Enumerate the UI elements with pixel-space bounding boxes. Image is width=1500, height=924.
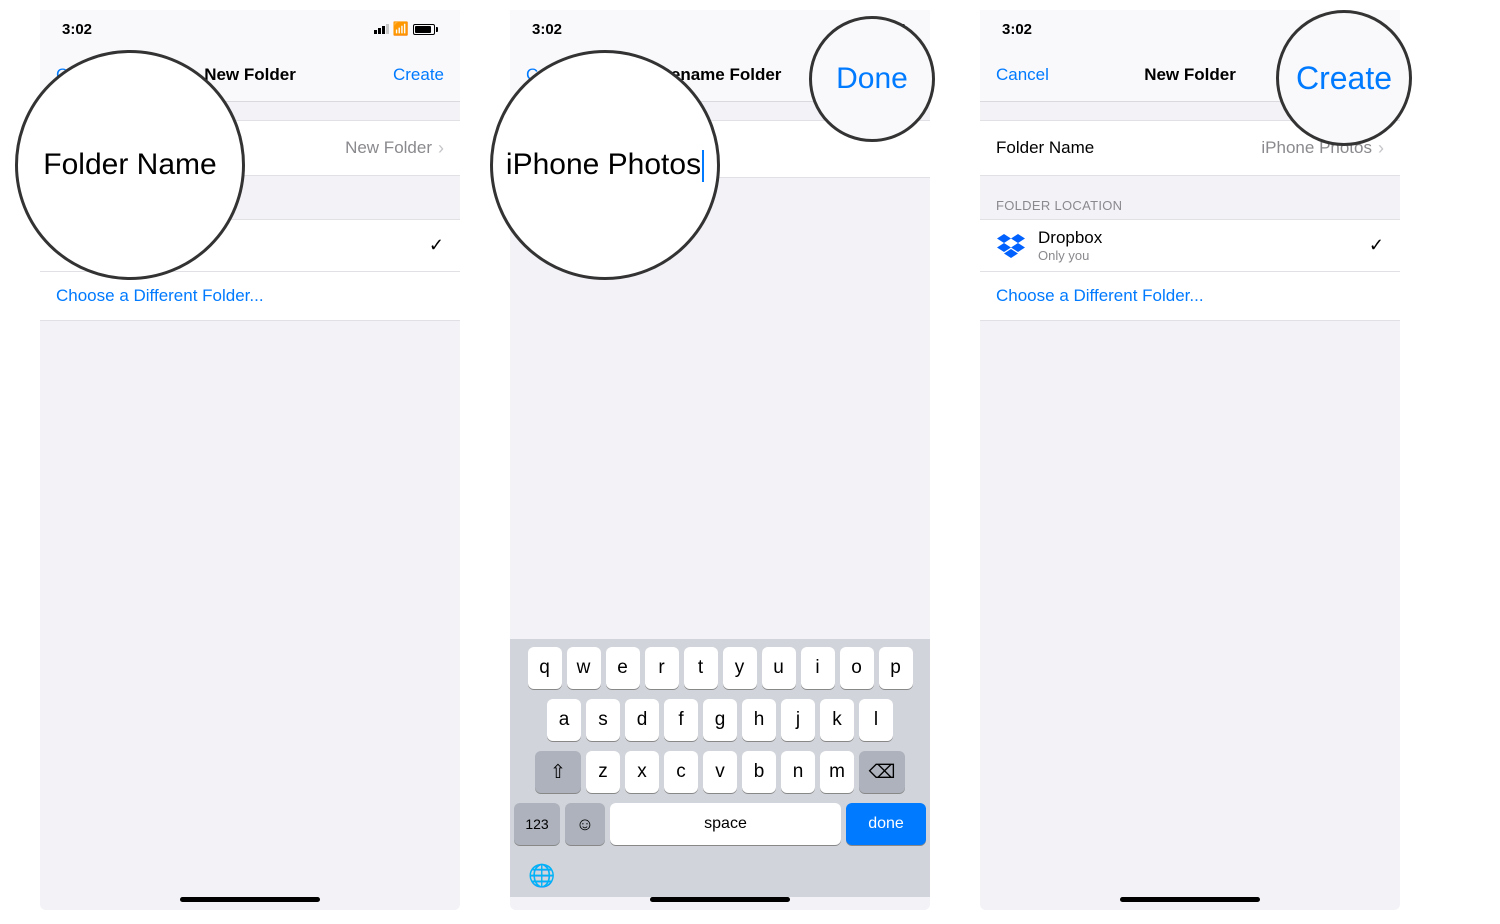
magnifier-create-text: Create [1296,60,1392,97]
phone-panel-3: Create 3:02 📶 Cancel New Folder Create F… [980,10,1400,910]
home-indicator[interactable] [180,897,320,902]
signal-icon [374,24,389,34]
location-main: Dropbox Only you [1038,228,1369,263]
magnifier-text: iPhone Photos [506,148,704,182]
key-e[interactable]: e [606,647,640,689]
keyboard: q w e r t y u i o p a s d f g h j k l ⇧ … [510,639,930,897]
key-h[interactable]: h [742,699,776,741]
key-t[interactable]: t [684,647,718,689]
folder-name-value-text: New Folder [345,138,432,158]
emoji-key[interactable]: ☺ [565,803,605,845]
key-c[interactable]: c [664,751,698,793]
key-i[interactable]: i [801,647,835,689]
key-s[interactable]: s [586,699,620,741]
checkmark-icon: ✓ [1369,235,1384,256]
phone-panel-2: iPhone Photos Done 3:02 📶 Cancel Rename … [510,10,930,910]
keyboard-done-key[interactable]: done [846,803,926,845]
numbers-key[interactable]: 123 [514,803,560,845]
key-o[interactable]: o [840,647,874,689]
key-x[interactable]: x [625,751,659,793]
status-right: 📶 [374,21,438,37]
key-y[interactable]: y [723,647,757,689]
chevron-right-icon: › [438,138,444,159]
key-r[interactable]: r [645,647,679,689]
key-z[interactable]: z [586,751,620,793]
chevron-right-icon: › [1378,138,1384,159]
magnifier-folder-name: Folder Name [15,50,245,280]
key-a[interactable]: a [547,699,581,741]
keyboard-row-3: ⇧ z x c v b n m ⌫ [514,751,926,793]
status-bar: 3:02 📶 [40,10,460,48]
key-g[interactable]: g [703,699,737,741]
key-v[interactable]: v [703,751,737,793]
checkmark-icon: ✓ [429,235,444,256]
backspace-key[interactable]: ⌫ [859,751,905,793]
section-header: FOLDER LOCATION [980,176,1400,219]
key-j[interactable]: j [781,699,815,741]
key-f[interactable]: f [664,699,698,741]
status-time: 3:02 [62,21,92,38]
text-cursor-icon [702,150,704,182]
phone-panel-1: Folder Name 3:02 📶 Cancel New Folder Cre… [40,10,460,910]
status-time: 3:02 [532,21,562,38]
location-sub: Only you [1038,248,1369,263]
key-p[interactable]: p [879,647,913,689]
folder-name-value: New Folder › [345,138,444,159]
battery-icon [413,24,438,35]
key-b[interactable]: b [742,751,776,793]
globe-icon[interactable]: 🌐 [528,863,555,888]
wifi-icon: 📶 [393,21,409,37]
magnifier-text: Folder Name [43,148,216,182]
key-n[interactable]: n [781,751,815,793]
choose-different-folder-button[interactable]: Choose a Different Folder... [980,271,1400,321]
key-k[interactable]: k [820,699,854,741]
magnifier-done-text: Done [836,62,908,96]
key-q[interactable]: q [528,647,562,689]
key-l[interactable]: l [859,699,893,741]
key-u[interactable]: u [762,647,796,689]
home-indicator[interactable] [1120,897,1260,902]
dropbox-icon [996,231,1026,261]
space-key[interactable]: space [610,803,841,845]
create-button[interactable]: Create [354,65,444,85]
magnifier-create: Create [1276,10,1412,146]
key-m[interactable]: m [820,751,854,793]
key-d[interactable]: d [625,699,659,741]
keyboard-row-2: a s d f g h j k l [514,699,926,741]
location-row[interactable]: Dropbox Only you ✓ [980,219,1400,271]
magnifier-done: Done [809,16,935,142]
status-time: 3:02 [1002,21,1032,38]
cancel-button[interactable]: Cancel [996,65,1086,85]
shift-key[interactable]: ⇧ [535,751,581,793]
magnifier-input: iPhone Photos [490,50,720,280]
choose-different-folder-button[interactable]: Choose a Different Folder... [40,271,460,321]
location-title: Dropbox [1038,228,1369,248]
key-w[interactable]: w [567,647,601,689]
keyboard-bottom-row: 🌐 [514,855,926,893]
home-indicator[interactable] [650,897,790,902]
folder-name-label: Folder Name [996,138,1094,158]
keyboard-row-1: q w e r t y u i o p [514,647,926,689]
keyboard-row-4: 123 ☺ space done [514,803,926,845]
nav-title: New Folder [1086,65,1294,85]
